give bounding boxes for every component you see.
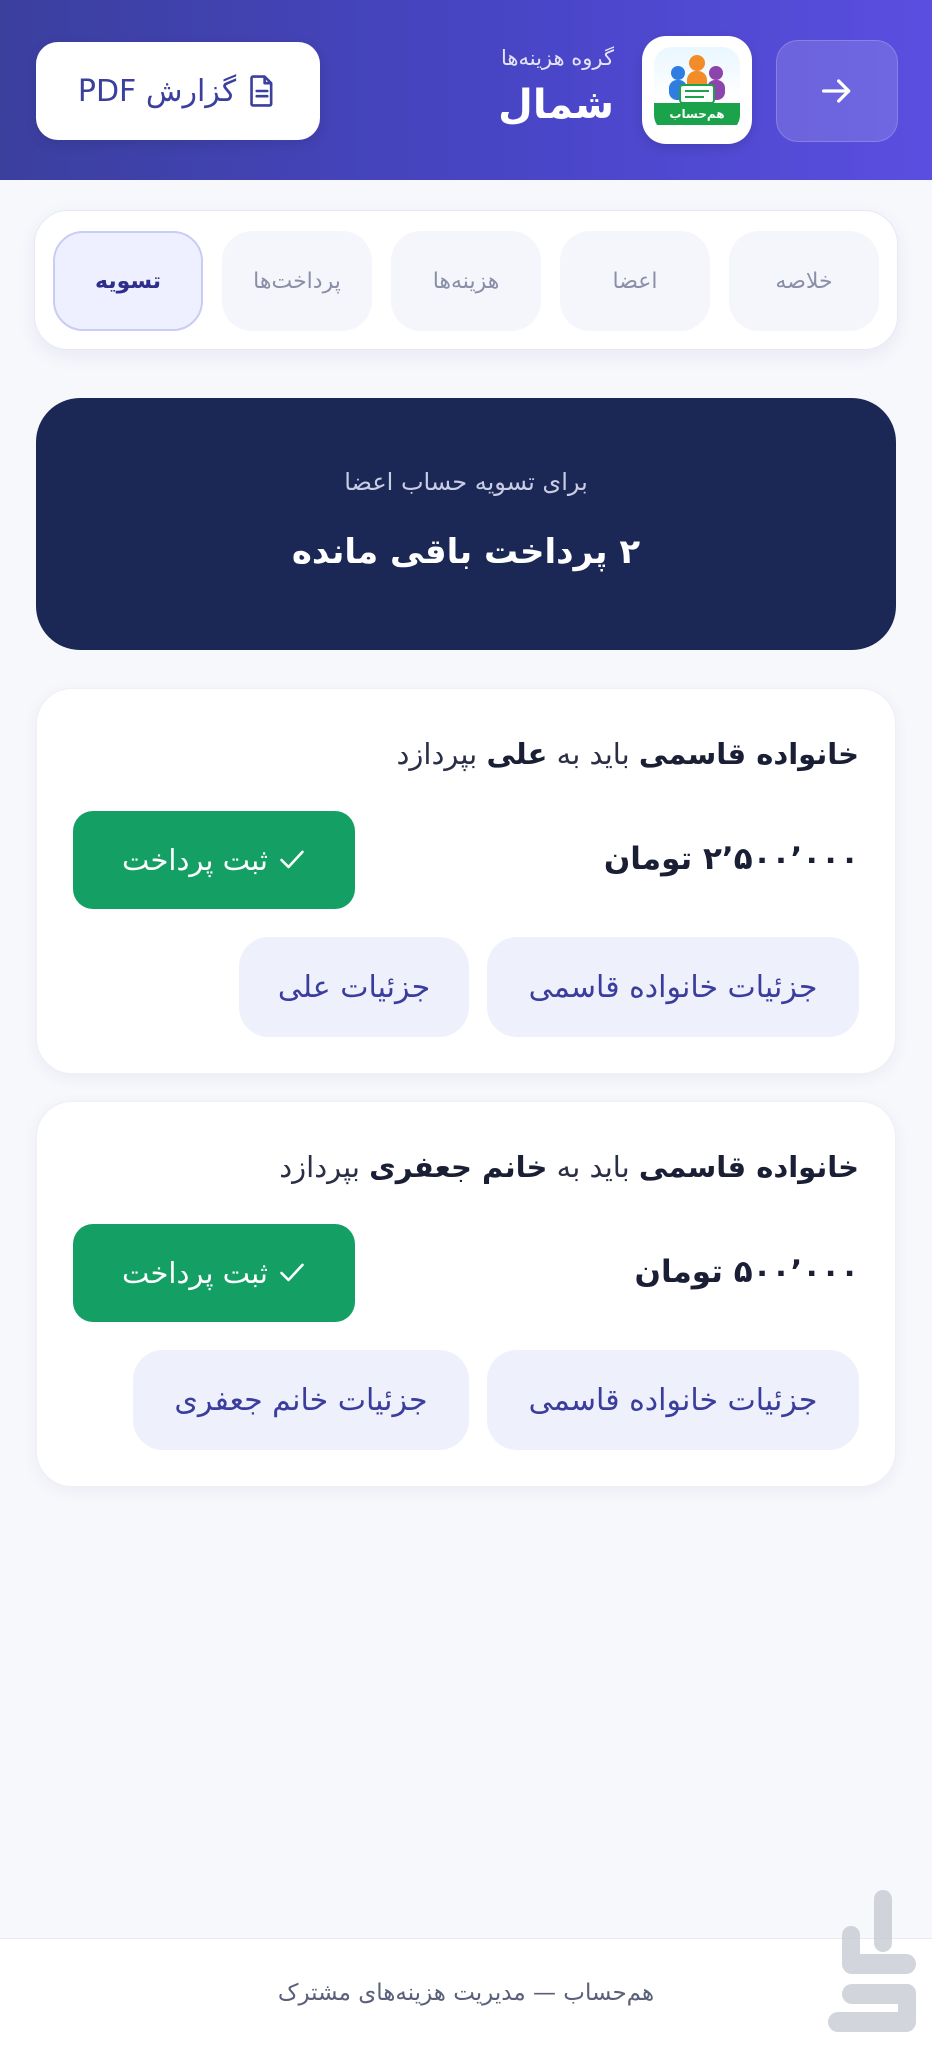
payee-details-button[interactable]: جزئیات علی	[239, 937, 469, 1037]
arrow-right-icon	[822, 79, 851, 103]
settlement-description: خانواده قاسمی باید به علی بپردازد	[397, 737, 860, 771]
store-watermark-icon	[828, 1890, 916, 2032]
group-subtitle: گروه هزینه‌ها	[501, 46, 614, 70]
settlement-description: خانواده قاسمی باید به خانم جعفری بپردازد	[279, 1150, 859, 1184]
settlement-card: خانواده قاسمی باید به علی بپردازد ۲٬۵۰۰٬…	[36, 688, 896, 1074]
connector-text: باید به	[556, 737, 630, 771]
summary-remaining-count: ۲ پرداخت باقی مانده	[291, 532, 641, 572]
pdf-report-button[interactable]: گزارش PDF	[36, 42, 320, 140]
payee-name: خانم جعفری	[369, 1150, 548, 1184]
group-title: شمال	[498, 82, 614, 128]
tab-payments[interactable]: پرداخت‌ها	[222, 231, 372, 331]
app-header: هم‌حساب گروه هزینه‌ها شمال گزارش PDF	[0, 0, 932, 180]
check-icon	[280, 850, 304, 869]
payee-details-button[interactable]: جزئیات خانم جعفری	[133, 1350, 469, 1450]
back-button[interactable]	[776, 40, 898, 142]
logo-label: هم‌حساب	[654, 103, 740, 125]
tab-summary[interactable]: خلاصه	[729, 231, 879, 331]
payer-details-button[interactable]: جزئیات خانواده قاسمی	[487, 937, 859, 1037]
check-icon	[280, 1263, 304, 1282]
logo-image: هم‌حساب	[654, 47, 740, 133]
connector-text: باید به	[556, 1150, 630, 1184]
app-logo: هم‌حساب	[642, 36, 752, 144]
payer-name: خانواده قاسمی	[638, 737, 859, 771]
tab-members[interactable]: اعضا	[560, 231, 710, 331]
settlement-card: خانواده قاسمی باید به خانم جعفری بپردازد…	[36, 1101, 896, 1487]
tab-settlement[interactable]: تسویه	[53, 231, 203, 331]
record-payment-label: ثبت پرداخت	[122, 1256, 268, 1290]
payee-name: علی	[486, 737, 548, 771]
settlement-amount: ۵۰۰٬۰۰۰ تومان	[634, 1254, 859, 1290]
settlement-amount: ۲٬۵۰۰٬۰۰۰ تومان	[603, 841, 859, 877]
payer-details-button[interactable]: جزئیات خانواده قاسمی	[487, 1350, 859, 1450]
record-payment-button[interactable]: ثبت پرداخت	[73, 811, 355, 909]
footer-text: هم‌حساب — مدیریت هزینه‌های مشترک	[277, 1979, 655, 2006]
footer: هم‌حساب — مدیریت هزینه‌های مشترک	[0, 1938, 932, 2046]
tab-expenses[interactable]: هزینه‌ها	[391, 231, 541, 331]
document-icon	[250, 75, 273, 107]
payer-name: خانواده قاسمی	[638, 1150, 859, 1184]
pdf-report-label: گزارش PDF	[77, 73, 237, 109]
record-payment-label: ثبت پرداخت	[122, 843, 268, 877]
settlement-summary-card: برای تسویه حساب اعضا ۲ پرداخت باقی مانده	[36, 398, 896, 650]
tab-bar: خلاصه اعضا هزینه‌ها پرداخت‌ها تسویه	[34, 210, 898, 350]
summary-subtitle: برای تسویه حساب اعضا	[344, 468, 588, 496]
verb-text: بپردازد	[396, 737, 478, 771]
record-payment-button[interactable]: ثبت پرداخت	[73, 1224, 355, 1322]
verb-text: بپردازد	[279, 1150, 360, 1184]
